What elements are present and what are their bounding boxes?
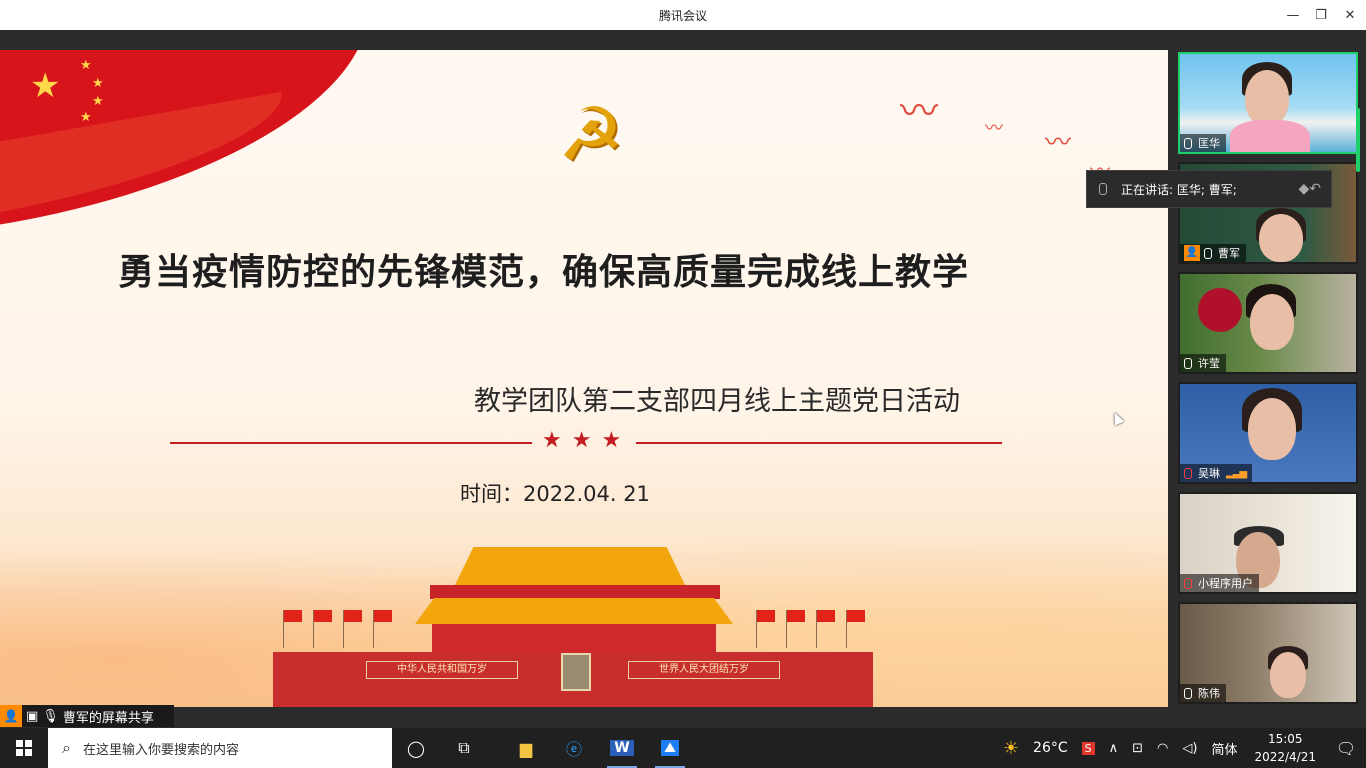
banner-right: 世界人民大团结万岁 <box>628 661 780 679</box>
clock-time: 15:05 <box>1267 732 1303 746</box>
tiananmen-eaves <box>430 585 720 599</box>
panel-scrollbar[interactable] <box>1356 108 1360 172</box>
mic-icon <box>1184 137 1192 149</box>
bird-icon: 〰 <box>1045 128 1072 158</box>
shared-screen-area: ★ ★ ★ ★ ★ ☭ 〰 〰 〰 〰 勇当疫情防控的先锋模范，确保高质量完成线… <box>0 30 1168 707</box>
weather-temperature[interactable]: 26°C <box>1033 740 1068 756</box>
small-star-icon: ★ <box>80 110 92 125</box>
screen-share-badge[interactable]: 👤 ▣ 🎙 曹军的屏幕共享 <box>0 705 174 727</box>
windows-logo-icon <box>16 740 32 756</box>
participant-name-bar: 👤 曹军 <box>1180 244 1246 262</box>
red-flag-icon <box>314 610 332 622</box>
participant-name: 匡华 <box>1198 137 1220 150</box>
banner-left: 中华人民共和国万岁 <box>366 661 518 679</box>
slide-time: 时间：2022.04. 21 <box>460 482 650 506</box>
taskbar-search-box[interactable]: ⌕ 在这里输入你要搜索的内容 <box>48 728 392 768</box>
divider-line-left <box>170 442 532 444</box>
presentation-slide: ★ ★ ★ ★ ★ ☭ 〰 〰 〰 〰 勇当疫情防控的先锋模范，确保高质量完成线… <box>0 50 1168 707</box>
small-star-icon: ★ <box>92 94 104 109</box>
notification-center-icon[interactable]: 🗨 <box>1326 728 1366 768</box>
speaking-text: 正在讲话: 匡华; 曹军; <box>1121 182 1237 197</box>
participant-video-panel[interactable]: 匡华 👤 曹军 许莹 吴琳 ▂▃▅ 小程序用户 陈伟 <box>1168 30 1366 727</box>
participant-name: 许莹 <box>1198 357 1220 370</box>
mic-icon <box>1184 687 1192 699</box>
divider-stars-icon: ★★★ <box>542 428 632 453</box>
host-icon: 👤 <box>1184 245 1200 261</box>
red-flag-icon <box>284 610 302 622</box>
portrait-image <box>561 653 591 691</box>
mic-muted-icon <box>1184 467 1192 479</box>
weather-sun-icon[interactable]: ☀ <box>1003 738 1019 759</box>
divider-line-right <box>636 442 1002 444</box>
participant-name-bar: 陈伟 <box>1180 684 1226 702</box>
slide-title: 勇当疫情防控的先锋模范，确保高质量完成线上教学 <box>118 251 970 293</box>
screen-icon: ▣ <box>26 708 39 724</box>
task-view-icon[interactable]: ⧉ <box>440 728 488 768</box>
file-explorer-icon[interactable]: ▆ <box>502 728 550 768</box>
collapse-icon[interactable]: ◆↶ <box>1299 181 1322 197</box>
red-flag-icon <box>374 610 392 622</box>
small-star-icon: ★ <box>80 58 92 73</box>
start-button[interactable] <box>0 728 48 768</box>
mic-icon: 🎙 <box>42 708 59 724</box>
edge-browser-icon[interactable]: ⓔ <box>550 728 598 768</box>
party-emblem-icon: ☭ <box>557 92 625 178</box>
red-flag-icon <box>847 610 865 622</box>
participant-name: 陈伟 <box>1198 687 1220 700</box>
red-flag-icon <box>757 610 775 622</box>
search-icon: ⌕ <box>62 738 71 757</box>
minimize-button[interactable]: — <box>1279 4 1307 26</box>
bird-icon: 〰 <box>985 118 1003 139</box>
red-flag-icon <box>817 610 835 622</box>
taskbar-clock[interactable]: 15:05 2022/4/21 <box>1254 730 1316 766</box>
wifi-icon[interactable]: ◠ <box>1157 741 1168 756</box>
slide-subtitle: 教学团队第二支部四月线上主题党日活动 <box>474 386 960 417</box>
red-flag-icon <box>787 610 805 622</box>
big-star-icon: ★ <box>30 66 61 106</box>
windows-taskbar: ⌕ 在这里输入你要搜索的内容 ◯ ⧉ ▆ ⓔ W ⛰ ☀ 26°C S ∧ ⊡ … <box>0 728 1366 768</box>
search-placeholder: 在这里输入你要搜索的内容 <box>82 742 239 758</box>
participant-name-bar: 吴琳 ▂▃▅ <box>1180 464 1253 482</box>
red-flag-icon <box>344 610 362 622</box>
word-icon[interactable]: W <box>598 728 646 768</box>
video-tile-miniprogram-user[interactable]: 小程序用户 <box>1178 492 1358 594</box>
video-tile-kuanghua[interactable]: 匡华 <box>1178 52 1358 154</box>
mic-icon <box>1099 183 1107 195</box>
participant-name: 小程序用户 <box>1198 577 1253 590</box>
mic-icon <box>1204 247 1212 259</box>
mic-icon <box>1184 357 1192 369</box>
participant-name-bar: 匡华 <box>1180 134 1226 152</box>
show-hidden-icons-icon[interactable]: ∧ <box>1109 741 1119 756</box>
sogou-ime-icon[interactable]: S <box>1081 741 1095 755</box>
window-title: 腾讯会议 <box>658 9 707 23</box>
video-tile-xuying[interactable]: 许莹 <box>1178 272 1358 374</box>
system-tray: ☀ 26°C S ∧ ⊡ ◠ ◁) 简体 15:05 2022/4/21 🗨 <box>996 728 1366 768</box>
signal-icon: ▂▃▅ <box>1226 467 1247 479</box>
participant-name: 吴琳 <box>1198 467 1220 480</box>
input-language[interactable]: 简体 <box>1211 739 1237 758</box>
mic-muted-icon <box>1184 577 1192 589</box>
share-label: 曹军的屏幕共享 <box>62 710 154 726</box>
tiananmen-roof-upper <box>455 547 685 585</box>
close-button[interactable]: ✕ <box>1336 4 1364 26</box>
participant-name-bar: 许莹 <box>1180 354 1226 372</box>
restore-button[interactable]: ❐ <box>1307 4 1335 26</box>
speaking-indicator: 正在讲话: 匡华; 曹军; ◆↶ <box>1086 170 1332 208</box>
bird-icon: 〰 <box>900 89 939 133</box>
video-tile-wulin[interactable]: 吴琳 ▂▃▅ <box>1178 382 1358 484</box>
participant-name-bar: 小程序用户 <box>1180 574 1259 592</box>
user-icon: 👤 <box>0 705 22 727</box>
title-bar: 腾讯会议 — ❐ ✕ <box>0 0 1366 31</box>
network-device-icon[interactable]: ⊡ <box>1132 741 1143 756</box>
clock-date: 2022/4/21 <box>1254 750 1316 764</box>
tiananmen-roof-lower <box>415 598 733 624</box>
small-star-icon: ★ <box>92 76 104 91</box>
participant-name: 曹军 <box>1218 247 1240 260</box>
video-tile-chenwei[interactable]: 陈伟 <box>1178 602 1358 704</box>
cortana-icon[interactable]: ◯ <box>392 728 440 768</box>
tencent-meeting-icon[interactable]: ⛰ <box>646 728 694 768</box>
volume-icon[interactable]: ◁) <box>1182 741 1197 756</box>
